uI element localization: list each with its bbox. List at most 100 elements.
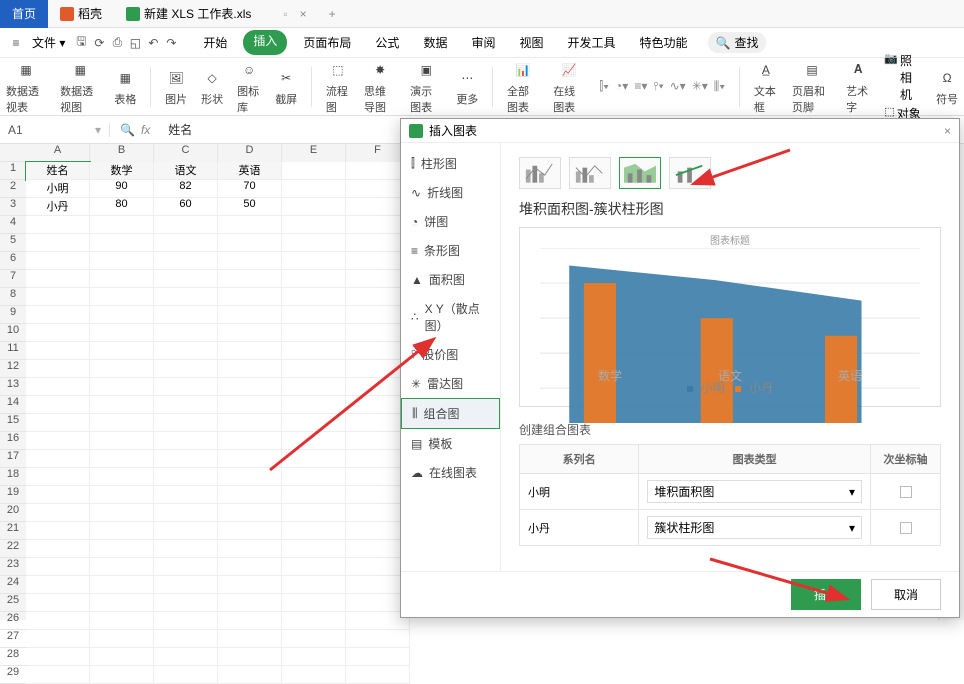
chart-type-online[interactable]: ☁在线图表 [401, 458, 500, 487]
cell[interactable] [26, 522, 90, 540]
cell[interactable] [218, 504, 282, 522]
cell[interactable] [282, 468, 346, 486]
column-header[interactable]: D [218, 144, 282, 162]
mini-chart-icon[interactable]: ⫯▾ [653, 79, 663, 94]
cell[interactable] [26, 612, 90, 630]
allchart-button[interactable]: 📊全部图表 [507, 59, 539, 115]
cancel-button[interactable]: 取消 [871, 579, 941, 610]
cell[interactable] [154, 612, 218, 630]
cell[interactable] [154, 234, 218, 252]
cell[interactable] [90, 360, 154, 378]
pivot-chart-button[interactable]: ▦数据透视图 [60, 59, 100, 115]
ribbon-tab-view[interactable]: 视图 [511, 30, 551, 55]
row-header[interactable]: 28 [0, 648, 26, 666]
camera-button[interactable]: 📷 照相机 [884, 52, 922, 103]
mini-chart-icon[interactable]: ✳▾ [692, 79, 708, 94]
chart-type-radar[interactable]: ✳雷达图 [401, 369, 500, 398]
shapes-button[interactable]: ◇形状 [201, 67, 223, 107]
cell[interactable] [346, 666, 410, 684]
cell[interactable] [346, 648, 410, 666]
row-header[interactable]: 24 [0, 576, 26, 594]
cell[interactable] [26, 432, 90, 450]
cell[interactable] [154, 630, 218, 648]
chart-type-scatter[interactable]: ∴X Y（散点图） [401, 294, 500, 340]
cell[interactable] [154, 522, 218, 540]
cell[interactable] [26, 216, 90, 234]
cell[interactable] [26, 540, 90, 558]
secondary-axis-checkbox[interactable] [900, 522, 912, 534]
cell[interactable]: 小丹 [26, 198, 90, 216]
pivot-table-button[interactable]: ▦数据透视表 [6, 59, 46, 115]
cell[interactable] [154, 576, 218, 594]
cell[interactable] [90, 504, 154, 522]
cell[interactable] [282, 594, 346, 612]
row-header[interactable]: 8 [0, 288, 26, 306]
cell[interactable] [26, 594, 90, 612]
cell[interactable] [154, 414, 218, 432]
cell[interactable] [154, 468, 218, 486]
screenshot-button[interactable]: ✂截屏 [275, 67, 297, 107]
cell[interactable] [90, 558, 154, 576]
cell[interactable] [282, 288, 346, 306]
cell[interactable] [90, 342, 154, 360]
cell[interactable] [218, 594, 282, 612]
chart-type-tpl[interactable]: ▤模板 [401, 429, 500, 458]
menu-icon[interactable]: ≡ [8, 35, 24, 51]
cell[interactable] [154, 342, 218, 360]
subtype-thumb[interactable] [669, 157, 711, 189]
cell[interactable] [90, 252, 154, 270]
row-header[interactable]: 20 [0, 504, 26, 522]
subtype-thumb[interactable] [569, 157, 611, 189]
tab-restore-icon[interactable]: ▫ [283, 7, 287, 21]
row-header[interactable]: 26 [0, 612, 26, 630]
row-header[interactable]: 7 [0, 270, 26, 288]
cell[interactable] [218, 414, 282, 432]
row-header[interactable]: 29 [0, 666, 26, 684]
cell[interactable] [90, 432, 154, 450]
cell[interactable] [218, 324, 282, 342]
cell[interactable] [90, 324, 154, 342]
cell[interactable] [282, 630, 346, 648]
undo-icon[interactable]: ↶ [145, 35, 161, 51]
row-header[interactable]: 25 [0, 594, 26, 612]
preview-icon[interactable]: ◱ [127, 35, 143, 51]
row-header[interactable]: 3 [0, 198, 26, 216]
cell[interactable] [282, 522, 346, 540]
cell[interactable] [26, 558, 90, 576]
cell[interactable] [282, 180, 346, 198]
cell[interactable] [26, 504, 90, 522]
cell[interactable] [218, 216, 282, 234]
cell[interactable] [218, 396, 282, 414]
cell[interactable] [282, 342, 346, 360]
cell[interactable] [282, 270, 346, 288]
row-header[interactable]: 11 [0, 342, 26, 360]
cell[interactable] [26, 270, 90, 288]
column-header[interactable]: B [90, 144, 154, 162]
row-header[interactable]: 9 [0, 306, 26, 324]
cell[interactable] [218, 486, 282, 504]
cell[interactable] [26, 450, 90, 468]
row-header[interactable]: 10 [0, 324, 26, 342]
cell[interactable]: 80 [90, 198, 154, 216]
mini-chart-icon[interactable]: ∿▾ [670, 79, 686, 94]
cell[interactable] [154, 432, 218, 450]
cell[interactable] [154, 216, 218, 234]
row-header[interactable]: 6 [0, 252, 26, 270]
cell[interactable] [26, 288, 90, 306]
name-box[interactable]: A1▾ [0, 123, 110, 137]
iconlib-button[interactable]: ☺图标库 [237, 59, 261, 115]
cell[interactable] [218, 540, 282, 558]
mini-chart-icon[interactable]: ⫼▾ [714, 79, 725, 94]
cell[interactable] [282, 648, 346, 666]
cell[interactable] [26, 252, 90, 270]
cell[interactable] [218, 234, 282, 252]
cell[interactable] [154, 306, 218, 324]
cell[interactable] [218, 270, 282, 288]
row-header[interactable]: 14 [0, 396, 26, 414]
cell[interactable] [90, 450, 154, 468]
row-header[interactable]: 16 [0, 432, 26, 450]
cell[interactable]: 数学 [90, 162, 154, 180]
insert-button[interactable]: 插入 [791, 579, 861, 610]
chart-type-line[interactable]: ∿折线图 [401, 178, 500, 207]
row-header[interactable]: 18 [0, 468, 26, 486]
